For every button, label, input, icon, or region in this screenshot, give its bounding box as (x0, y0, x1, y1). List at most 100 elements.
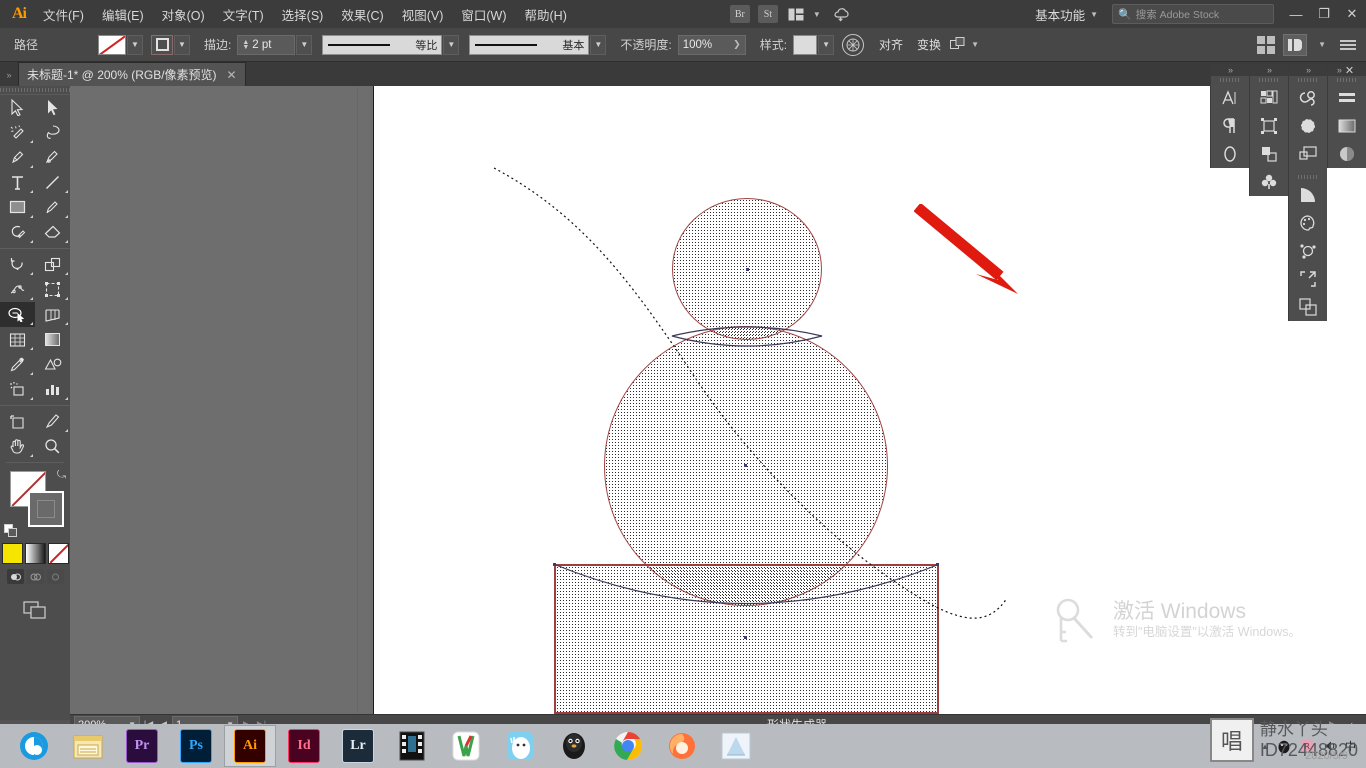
menu-select[interactable]: 选择(S) (273, 1, 333, 28)
window-close-button[interactable]: ✕ (1338, 1, 1366, 27)
taskbar-lightroom[interactable]: Lr (332, 725, 384, 767)
window-minimize-button[interactable]: — (1282, 1, 1310, 27)
taskbar-indesign[interactable]: Id (278, 725, 330, 767)
align-button[interactable]: 对齐 (872, 33, 910, 56)
shaper-tool[interactable] (0, 220, 35, 245)
pen-tool[interactable] (0, 145, 35, 170)
taskbar-video-player[interactable] (386, 725, 438, 767)
opacity-input[interactable]: 100% ❯ (677, 34, 746, 55)
scale-tool[interactable] (35, 252, 70, 277)
document-setup-icon[interactable] (1340, 39, 1356, 50)
arrange-chevron-icon[interactable]: ▼ (813, 10, 821, 19)
grid-icon[interactable] (1257, 35, 1276, 54)
stroke-weight-input[interactable]: ▲ ▼ 2 pt (237, 34, 296, 55)
taskbar-premiere-pro[interactable]: Pr (116, 725, 168, 767)
menu-object[interactable]: 对象(O) (153, 1, 214, 28)
taskbar-chrome[interactable] (602, 725, 654, 767)
type-tool[interactable] (0, 170, 35, 195)
layers-panel-icon[interactable] (1289, 140, 1327, 168)
shape-builder-tool[interactable] (0, 302, 35, 327)
dock-collapse-icon-3[interactable]: » (1289, 64, 1327, 76)
gradient-panel-icon[interactable] (1289, 181, 1327, 209)
arrange-documents-icon[interactable] (786, 5, 806, 23)
taskbar-photoshop[interactable]: Ps (170, 725, 222, 767)
cloud-sync-icon[interactable] (831, 5, 851, 23)
document-tab[interactable]: 未标题-1* @ 200% (RGB/像素预览) ✕ (18, 62, 246, 86)
fill-swatch[interactable] (98, 34, 126, 55)
taskbar-illustrator[interactable]: Ai (224, 725, 276, 767)
workspace-chevron-icon[interactable]: ▼ (1090, 10, 1098, 19)
menu-view[interactable]: 视图(V) (393, 1, 453, 28)
tools-panel-grip[interactable] (0, 86, 70, 95)
gradient-tool[interactable] (35, 327, 70, 352)
artboards-panel-icon[interactable] (1289, 293, 1327, 321)
recolor-artwork-icon[interactable] (842, 33, 865, 56)
menu-edit[interactable]: 编辑(E) (93, 1, 153, 28)
default-fill-stroke-icon[interactable] (4, 524, 17, 537)
circle-small[interactable] (672, 198, 822, 340)
transform-button[interactable]: 变换 (910, 33, 948, 56)
tray-expand-icon[interactable]: ▲ (1261, 742, 1269, 751)
appearance-panel-icon[interactable] (1328, 112, 1366, 140)
free-transform-tool[interactable] (35, 277, 70, 302)
lasso-tool[interactable] (35, 120, 70, 145)
color-guide-panel-icon[interactable] (1289, 237, 1327, 265)
menu-window[interactable]: 窗口(W) (452, 1, 515, 28)
arrange-objects-icon[interactable] (948, 34, 968, 56)
draw-behind-mode[interactable] (26, 569, 44, 584)
swatches-panel-icon[interactable] (1250, 84, 1288, 112)
stroke-weight-dropdown-icon[interactable]: ▼ (296, 34, 313, 55)
line-segment-tool[interactable] (35, 170, 70, 195)
align-panel-icon[interactable] (1328, 84, 1366, 112)
eyedropper-tool[interactable] (0, 352, 35, 377)
taskbar-white-app[interactable] (494, 725, 546, 767)
perspective-grid-tool[interactable] (35, 302, 70, 327)
menu-file[interactable]: 文件(F) (34, 1, 93, 28)
rectangle-tool[interactable] (0, 195, 35, 220)
symbol-sprayer-tool[interactable] (0, 377, 35, 402)
tabbar-collapse-icon[interactable]: » (0, 70, 18, 86)
stroke-swatch-dropdown-icon[interactable]: ▼ (174, 34, 190, 55)
menu-effect[interactable]: 效果(C) (332, 1, 392, 28)
swap-fill-stroke-icon[interactable]: ⤿ (57, 469, 66, 482)
app-tray-icon[interactable]: R (1299, 738, 1315, 754)
dock-grip-2[interactable] (1250, 76, 1288, 84)
opentype-panel-icon[interactable] (1211, 140, 1249, 168)
stroke-color-swatch[interactable] (28, 491, 64, 527)
stroke-weight-stepper[interactable]: ▲ ▼ (242, 39, 249, 51)
mesh-tool[interactable] (0, 327, 35, 352)
dock-grip-1[interactable] (1211, 76, 1249, 84)
bridge-icon[interactable]: Br (729, 5, 750, 23)
stroke-style-dropdown-icon[interactable]: ▼ (590, 34, 607, 55)
none-swatch[interactable] (47, 543, 69, 564)
dock-collapse-icon-2[interactable]: » (1250, 64, 1288, 76)
width-tool[interactable] (0, 277, 35, 302)
search-input-text[interactable]: 搜索 Adobe Stock (1136, 7, 1219, 22)
symbols-panel-icon[interactable] (1250, 168, 1288, 196)
magic-wand-tool[interactable] (0, 120, 35, 145)
slice-tool[interactable] (35, 409, 70, 434)
draw-inside-mode[interactable] (46, 569, 64, 584)
direct-selection-tool[interactable] (35, 95, 70, 120)
artboard-tool[interactable] (0, 409, 35, 434)
selection-tool[interactable] (0, 95, 35, 120)
panel-layout-icon[interactable] (1283, 33, 1308, 56)
taskbar-360-browser[interactable] (8, 725, 60, 767)
graphic-style-dropdown-icon[interactable]: ▼ (818, 34, 835, 55)
fill-swatch-dropdown-icon[interactable]: ▼ (127, 34, 143, 55)
curvature-tool[interactable] (35, 145, 70, 170)
dock-grip-3[interactable] (1289, 76, 1327, 84)
stroke-profile-select[interactable]: 等比 (322, 34, 443, 55)
panel-layout-chevron-icon[interactable]: ▼ (1318, 40, 1326, 49)
ime-indicator[interactable]: 中 (1345, 738, 1356, 754)
draw-normal-mode[interactable] (6, 569, 24, 584)
column-graph-tool[interactable] (35, 377, 70, 402)
document-tab-close-icon[interactable]: ✕ (227, 68, 237, 82)
gradient-swatch[interactable] (24, 543, 46, 564)
hand-tool[interactable] (0, 434, 35, 459)
cc-libraries-panel-icon[interactable] (1289, 84, 1327, 112)
qq-tray-icon[interactable] (1276, 738, 1292, 754)
paintbrush-tool[interactable] (35, 195, 70, 220)
stroke-profile-dropdown-icon[interactable]: ▼ (443, 34, 460, 55)
pathfinder-panel-icon[interactable] (1250, 140, 1288, 168)
